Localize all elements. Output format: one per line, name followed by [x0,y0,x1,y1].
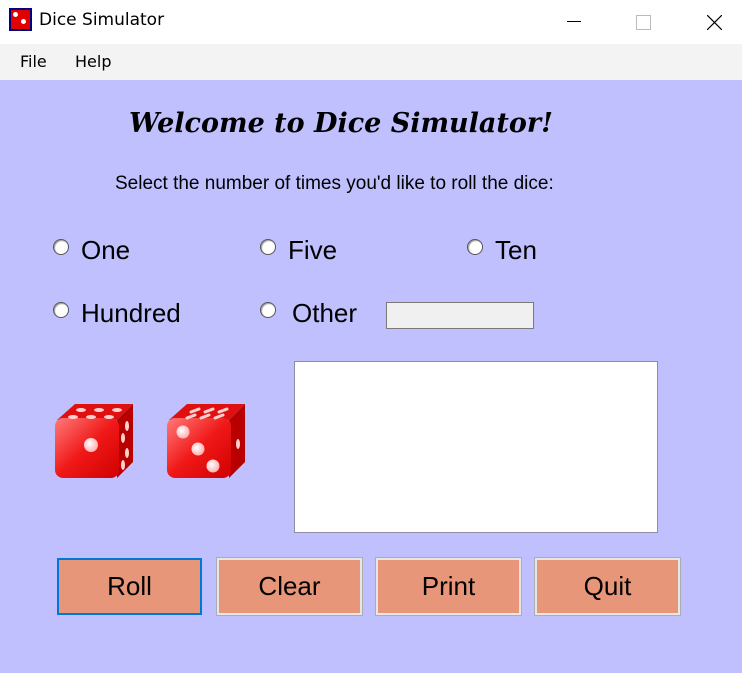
menu-bar: File Help [0,44,742,80]
die-2 [167,404,245,478]
maximize-icon [635,14,651,30]
other-count-input[interactable] [386,302,534,329]
roll-button[interactable]: Roll [57,558,202,615]
radio-label: One [81,235,131,265]
dice-app-icon [9,8,32,31]
radio-circle[interactable] [53,301,69,318]
die-pip [206,459,220,473]
welcome-heading: Welcome to Dice Simulator! [129,108,553,139]
title-bar: Dice Simulator [0,0,742,44]
die-pip [191,442,205,456]
instructions-label: Select the number of times you'd like to… [115,173,554,194]
radio-one[interactable]: One [53,235,130,266]
die-pip [176,425,190,439]
radio-circle[interactable] [260,301,276,318]
radio-label: Ten [495,235,537,265]
radio-label: Other [292,298,358,328]
print-button[interactable]: Print [375,557,522,616]
radio-label: Five [288,235,338,265]
radio-circle[interactable] [260,238,276,255]
menu-file[interactable]: File [20,52,47,71]
radio-other[interactable]: Other [260,298,357,329]
minimize-icon [567,21,581,22]
radio-label: Hundred [81,298,181,328]
window-title: Dice Simulator [39,10,165,30]
quit-button[interactable]: Quit [534,557,681,616]
radio-five[interactable]: Five [260,235,337,266]
menu-help[interactable]: Help [75,52,111,71]
maximize-button[interactable] [620,0,666,44]
results-textbox[interactable] [294,361,658,533]
radio-circle[interactable] [467,238,483,255]
die-pip [84,438,98,452]
radio-circle[interactable] [53,238,69,255]
close-button[interactable] [691,0,737,44]
clear-button[interactable]: Clear [216,557,363,616]
minimize-button[interactable] [551,0,597,44]
radio-ten[interactable]: Ten [467,235,537,266]
close-icon [706,14,722,30]
welcome-heading-container: Welcome to Dice Simulator! [0,108,742,139]
radio-hundred[interactable]: Hundred [53,298,181,329]
die-1 [55,404,133,478]
